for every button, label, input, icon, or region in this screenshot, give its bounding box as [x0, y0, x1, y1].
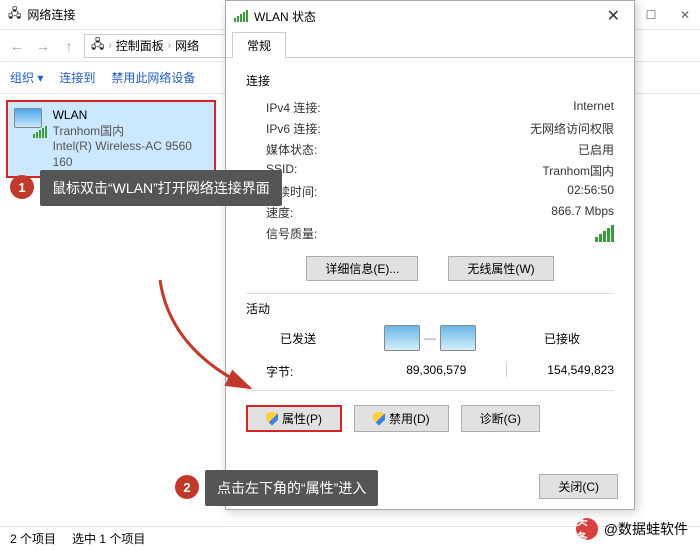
chevron-right-icon: ›: [108, 40, 111, 51]
bytes-sent-value: 89,306,579: [406, 363, 466, 380]
bytes-label: 字节:: [266, 363, 293, 380]
annotation-badge-2: 2: [175, 475, 199, 499]
folder-icon: 🖧: [91, 35, 104, 56]
sent-label: 已发送: [280, 330, 316, 347]
activity-section-label: 活动: [246, 300, 614, 317]
annotation-text-1: 鼠标双击“WLAN”打开网络连接界面: [40, 170, 282, 206]
ipv4-label: IPv4 连接:: [266, 99, 321, 116]
shield-icon: [373, 412, 385, 426]
watermark-text: @数据蛙软件: [604, 519, 688, 539]
forward-button[interactable]: →: [32, 35, 54, 57]
duration-value: 02:56:50: [567, 183, 614, 200]
connection-section-label: 连接: [246, 72, 614, 89]
close-dialog-button[interactable]: 关闭(C): [539, 474, 618, 499]
diagnose-button[interactable]: 诊断(G): [461, 405, 540, 432]
watermark-icon: 头条: [576, 518, 598, 540]
signal-bars-icon: [33, 126, 47, 138]
connect-to-button[interactable]: 连接到: [59, 69, 95, 86]
connection-ssid: Tranhom国内: [53, 124, 208, 140]
close-button[interactable]: ✕: [678, 8, 692, 22]
properties-button[interactable]: 属性(P): [246, 405, 342, 432]
details-button[interactable]: 详细信息(E)...: [306, 256, 418, 281]
dialog-titlebar: WLAN 状态 ✕: [226, 1, 634, 31]
disable-device-button[interactable]: 禁用此网络设备: [111, 69, 195, 86]
path-network[interactable]: 网络: [175, 37, 199, 54]
back-button[interactable]: ←: [6, 35, 28, 57]
speed-value: 866.7 Mbps: [551, 204, 614, 221]
chevron-right-icon: ›: [168, 40, 171, 51]
shield-icon: [266, 412, 278, 426]
watermark: 头条 @数据蛙软件: [576, 518, 688, 540]
annotation-badge-1: 1: [10, 175, 34, 199]
signal-quality-bars: [595, 225, 614, 242]
explorer-title: 网络连接: [27, 6, 75, 23]
activity-icon: —: [384, 325, 476, 351]
wlan-icon: [14, 108, 45, 136]
connection-adapter: Intel(R) Wireless-AC 9560 160: [53, 139, 208, 170]
selected-count: 选中 1 个项目: [72, 530, 145, 547]
ipv4-value: Internet: [573, 99, 614, 116]
media-state-value: 已启用: [578, 141, 614, 158]
network-icon: 🖧: [8, 4, 21, 25]
wireless-properties-button[interactable]: 无线属性(W): [448, 256, 553, 281]
ipv6-value: 无网络访问权限: [530, 120, 614, 137]
up-button[interactable]: ↑: [58, 35, 80, 57]
received-label: 已接收: [544, 330, 580, 347]
maximize-button[interactable]: ☐: [644, 8, 658, 22]
wlan-status-dialog: WLAN 状态 ✕ 常规 连接 IPv4 连接: Internet IPv6 连接…: [225, 0, 635, 510]
disable-button[interactable]: 禁用(D): [354, 405, 449, 432]
wlan-connection-item[interactable]: WLAN Tranhom国内 Intel(R) Wireless-AC 9560…: [6, 100, 216, 178]
dialog-tabs: 常规: [226, 31, 634, 58]
tab-general[interactable]: 常规: [232, 32, 286, 58]
breadcrumb[interactable]: 🖧 › 控制面板 › 网络: [84, 34, 244, 58]
organize-menu[interactable]: 组织 ▾: [10, 69, 43, 86]
ipv6-label: IPv6 连接:: [266, 120, 321, 137]
item-count: 2 个项目: [10, 530, 56, 547]
connection-name: WLAN: [53, 108, 208, 124]
speed-label: 速度:: [266, 204, 293, 221]
bytes-received-value: 154,549,823: [547, 363, 614, 380]
wifi-icon: [234, 10, 248, 22]
path-control-panel[interactable]: 控制面板: [116, 37, 164, 54]
dialog-title: WLAN 状态: [254, 8, 316, 25]
ssid-value: Tranhom国内: [542, 162, 614, 179]
dialog-close-button[interactable]: ✕: [601, 6, 626, 26]
annotation-text-2: 点击左下角的“属性”进入: [205, 470, 378, 506]
signal-quality-label: 信号质量:: [266, 225, 317, 242]
media-state-label: 媒体状态:: [266, 141, 317, 158]
